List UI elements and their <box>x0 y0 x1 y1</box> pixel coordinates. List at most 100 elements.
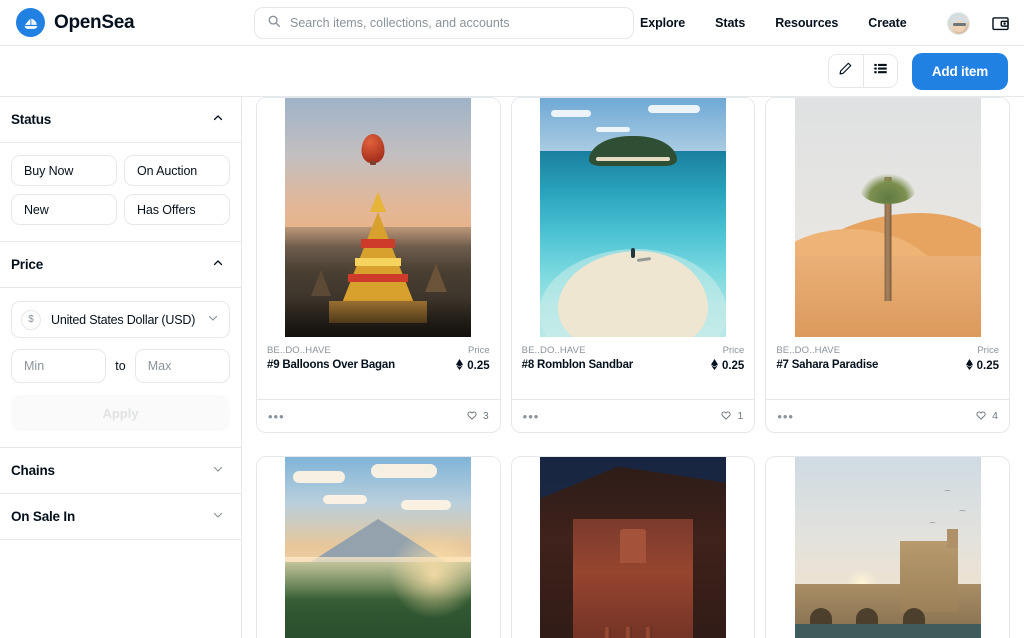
price-min-input[interactable] <box>11 349 106 383</box>
item-info: BE..DO..HAVE Price #8 Romblon Sandbar 0.… <box>512 337 755 399</box>
status-chip-buy-now[interactable]: Buy Now <box>11 155 117 186</box>
header-actions <box>947 0 1010 46</box>
add-item-button[interactable]: Add item <box>912 53 1008 90</box>
nav-item-stats[interactable]: Stats <box>715 16 745 30</box>
item-card[interactable]: BE..DO..HAVE Price #7 Sahara Paradise 0.… <box>765 97 1010 433</box>
currency-label: United States Dollar (USD) <box>51 313 197 327</box>
price-range-row: to <box>11 349 230 383</box>
item-card[interactable]: BE..DO..HAVE Price #9 Balloons Over Baga… <box>256 97 501 433</box>
nav-item-create[interactable]: Create <box>868 16 906 30</box>
like-button[interactable]: 1 <box>720 409 743 424</box>
artwork-essaouira-blue-boats <box>795 457 981 638</box>
apply-price-button[interactable]: Apply <box>11 395 230 431</box>
nav-item-explore[interactable]: Explore <box>640 16 685 30</box>
edit-button[interactable] <box>829 55 863 87</box>
item-card-footer: ••• 3 <box>257 399 500 432</box>
item-card[interactable] <box>765 456 1010 638</box>
status-chip-grid: Buy Now On Auction New Has Offers <box>0 143 241 241</box>
more-options-icon[interactable]: ••• <box>523 409 540 424</box>
app-header: OpenSea Explore Stats Resources Create <box>0 0 1024 46</box>
item-collection-name: BE..DO..HAVE <box>267 345 331 356</box>
filter-sidebar: Status Buy Now On Auction New Has Offers… <box>0 96 242 638</box>
like-count: 4 <box>992 410 998 422</box>
filter-section-on-sale-in[interactable]: On Sale In <box>0 494 241 539</box>
heart-icon <box>720 409 732 424</box>
brand-logo-link[interactable]: OpenSea <box>16 8 134 37</box>
chevron-down-icon <box>207 311 219 329</box>
ethereum-icon <box>456 359 463 373</box>
price-label: Price <box>977 345 999 356</box>
item-price-value: 0.25 <box>977 360 999 372</box>
like-button[interactable]: 3 <box>466 409 489 424</box>
filter-section-price[interactable]: Price <box>0 242 241 287</box>
item-title: #8 Romblon Sandbar <box>522 359 633 371</box>
search-icon <box>267 14 281 33</box>
filter-section-chains[interactable]: Chains <box>0 448 241 493</box>
search-container <box>254 7 634 39</box>
nav-item-resources[interactable]: Resources <box>775 16 838 30</box>
more-options-icon[interactable]: ••• <box>777 409 794 424</box>
heart-icon <box>466 409 478 424</box>
item-thumbnail <box>257 457 500 638</box>
item-info: BE..DO..HAVE Price #7 Sahara Paradise 0.… <box>766 337 1009 399</box>
view-toggle-group <box>828 54 898 88</box>
price-range-to-label: to <box>115 359 125 373</box>
item-thumbnail <box>766 98 1009 337</box>
item-grid: BE..DO..HAVE Price #9 Balloons Over Baga… <box>256 97 1010 638</box>
artwork-romblon-island-sandbar <box>540 98 726 337</box>
heart-icon <box>975 409 987 424</box>
like-count: 3 <box>483 410 489 422</box>
opensea-ship-logo-icon <box>16 8 45 37</box>
artwork-petra-treasury-night <box>540 457 726 638</box>
price-filter-body: $ United States Dollar (USD) to Apply <box>0 288 241 447</box>
primary-nav: Explore Stats Resources Create <box>640 0 907 46</box>
search-box[interactable] <box>254 7 634 39</box>
artwork-sahara-palm-dunes <box>795 98 981 337</box>
item-thumbnail <box>257 98 500 337</box>
item-price: 0.25 <box>711 359 744 373</box>
more-options-icon[interactable]: ••• <box>268 409 285 424</box>
item-price-value: 0.25 <box>722 360 744 372</box>
filter-title-status: Status <box>11 112 51 127</box>
filter-title-chains: Chains <box>11 463 55 478</box>
item-grid-area: BE..DO..HAVE Price #9 Balloons Over Baga… <box>242 96 1024 638</box>
item-card-footer: ••• 4 <box>766 399 1009 432</box>
divider <box>0 539 241 540</box>
chevron-down-icon <box>212 462 224 480</box>
wallet-icon[interactable] <box>991 14 1010 33</box>
item-title: #9 Balloons Over Bagan <box>267 359 395 371</box>
chevron-up-icon <box>212 256 224 274</box>
search-input[interactable] <box>290 16 621 30</box>
item-collection-name: BE..DO..HAVE <box>776 345 840 356</box>
price-label: Price <box>468 345 490 356</box>
item-info: BE..DO..HAVE Price #9 Balloons Over Baga… <box>257 337 500 399</box>
filter-section-status[interactable]: Status <box>0 97 241 142</box>
chevron-down-icon <box>212 508 224 526</box>
item-card[interactable] <box>256 456 501 638</box>
status-chip-on-auction[interactable]: On Auction <box>124 155 230 186</box>
currency-select[interactable]: $ United States Dollar (USD) <box>11 301 230 338</box>
collection-toolbar: Add item <box>0 46 1024 96</box>
pencil-icon <box>838 61 853 81</box>
item-card[interactable]: BE..DO..HAVE Price #8 Romblon Sandbar 0.… <box>511 97 756 433</box>
price-label: Price <box>723 345 745 356</box>
item-collection-name: BE..DO..HAVE <box>522 345 586 356</box>
item-price: 0.25 <box>966 359 999 373</box>
profile-avatar[interactable] <box>947 12 970 35</box>
item-thumbnail <box>512 98 755 337</box>
status-chip-has-offers[interactable]: Has Offers <box>124 194 230 225</box>
item-thumbnail <box>766 457 1009 638</box>
item-card[interactable] <box>511 456 756 638</box>
list-view-button[interactable] <box>863 55 897 87</box>
like-button[interactable]: 4 <box>975 409 998 424</box>
like-count: 1 <box>737 410 743 422</box>
item-price: 0.25 <box>456 359 489 373</box>
artwork-bagan-balloon-sunset <box>285 98 471 337</box>
price-max-input[interactable] <box>135 349 230 383</box>
ethereum-icon <box>966 359 973 373</box>
chevron-up-icon <box>212 111 224 129</box>
filter-title-on-sale-in: On Sale In <box>11 509 75 524</box>
item-title: #7 Sahara Paradise <box>776 359 878 371</box>
item-price-value: 0.25 <box>467 360 489 372</box>
status-chip-new[interactable]: New <box>11 194 117 225</box>
